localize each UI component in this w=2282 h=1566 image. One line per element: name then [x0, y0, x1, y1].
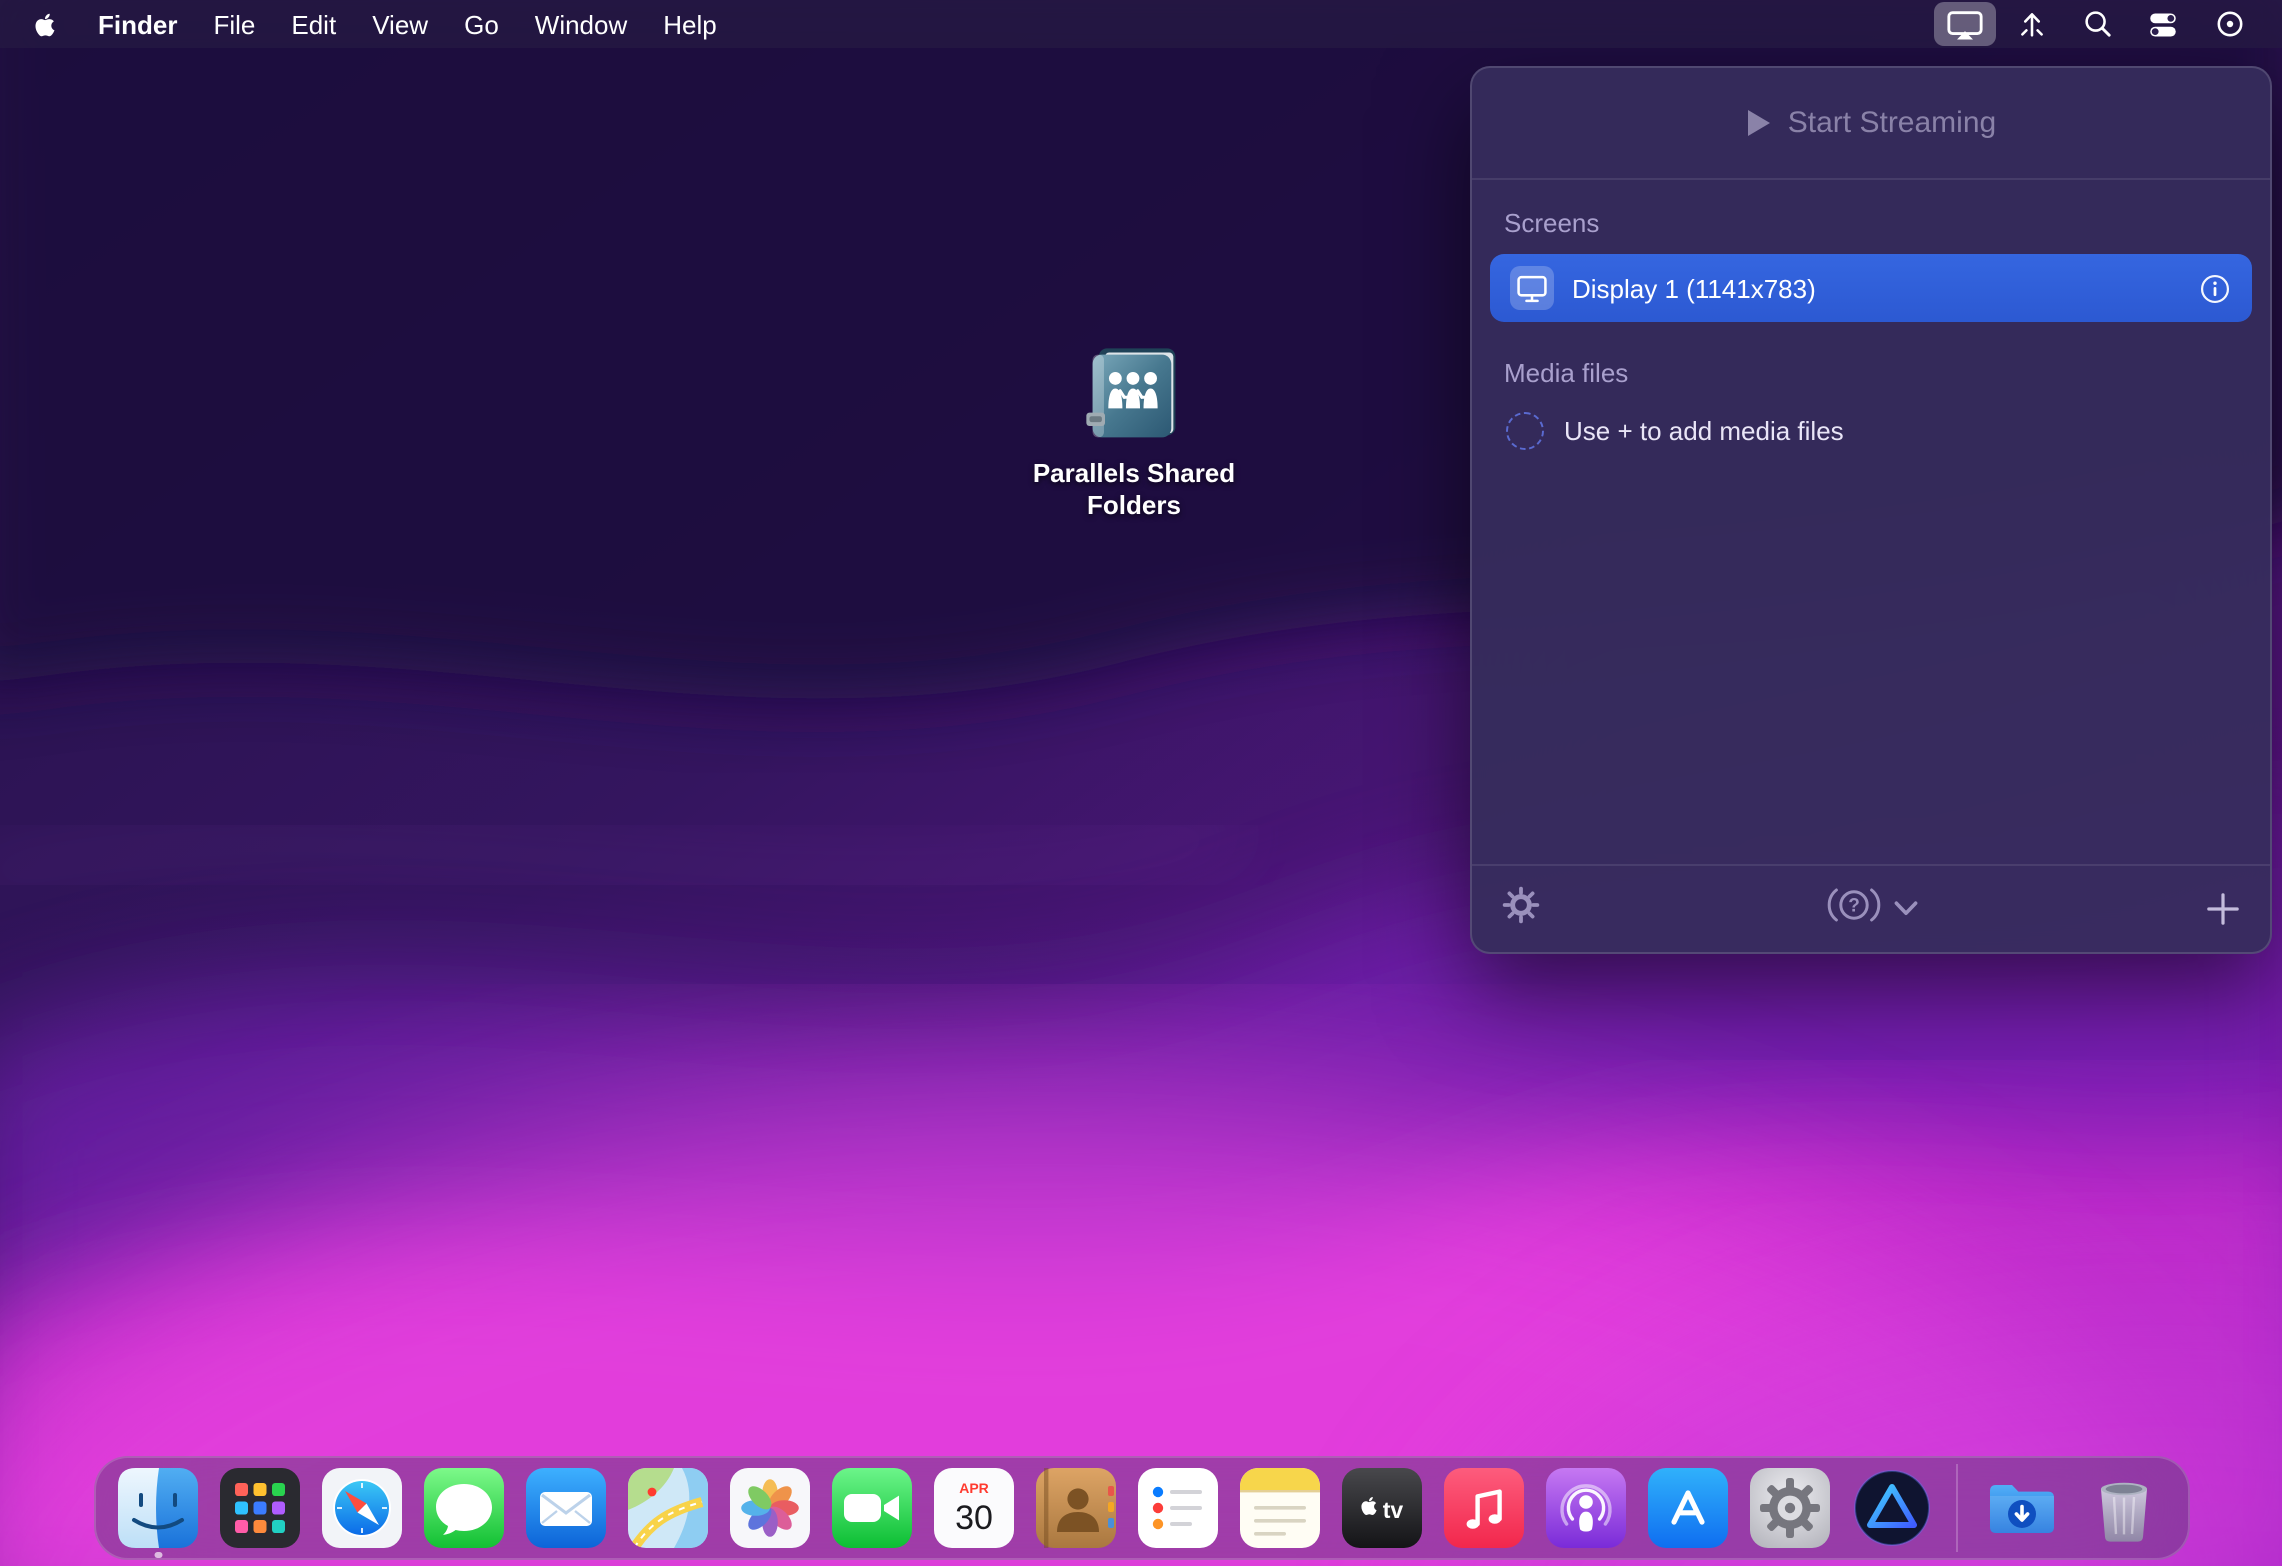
calendar-icon: APR 30: [934, 1468, 1014, 1548]
media-files-section-label: Media files: [1490, 358, 2252, 388]
system-preferences-icon: [1750, 1468, 1830, 1548]
streaming-popover: Start Streaming Screens Display 1 (1141x…: [1470, 66, 2272, 954]
podcasts-icon: [1546, 1468, 1626, 1548]
add-plus-icon[interactable]: [2206, 892, 2240, 926]
juststream-icon: [1852, 1468, 1932, 1548]
downloads-folder-icon: [1982, 1468, 2062, 1548]
parallels-shared-folders-desktop-icon[interactable]: Parallels Shared Folders: [1024, 344, 1244, 523]
facetime-icon: [832, 1468, 912, 1548]
media-hint-text: Use + to add media files: [1564, 416, 1844, 446]
messages-icon: [424, 1468, 504, 1548]
safari-icon: [322, 1468, 402, 1548]
dock-item-music[interactable]: [1433, 1456, 1535, 1560]
mail-icon: [526, 1468, 606, 1548]
photos-icon: [730, 1468, 810, 1548]
dock-item-appstore[interactable]: [1637, 1456, 1739, 1560]
desktop-icon-label: Parallels Shared Folders: [1024, 458, 1244, 523]
dock-item-messages[interactable]: [413, 1456, 515, 1560]
shared-folders-drive-icon: [1076, 344, 1192, 448]
start-streaming-label: Start Streaming: [1788, 106, 1996, 140]
menu-edit[interactable]: Edit: [273, 9, 354, 39]
menu-view[interactable]: View: [354, 9, 446, 39]
maps-icon: [628, 1468, 708, 1548]
apple-logo-icon: [29, 9, 59, 39]
dock-item-calendar[interactable]: APR 30: [923, 1456, 1025, 1560]
screen-mirroring-icon[interactable]: [1932, 0, 1998, 48]
dock: APR 30: [93, 1456, 2189, 1560]
dock-separator: [1943, 1456, 1971, 1560]
display-list-item[interactable]: Display 1 (1141x783): [1490, 254, 2252, 322]
dock-item-maps[interactable]: [617, 1456, 719, 1560]
macos-desktop: Finder File Edit View Go Window Help: [0, 0, 2282, 1566]
popover-footer: ?: [1472, 864, 2270, 952]
arrow-icon[interactable]: [1998, 0, 2064, 48]
svg-text:30: 30: [955, 1499, 993, 1537]
spotlight-search-icon[interactable]: [2064, 0, 2130, 48]
dock-item-safari[interactable]: [311, 1456, 413, 1560]
status-circle-icon[interactable]: [2196, 0, 2262, 48]
svg-text:tv: tv: [1383, 1497, 1404, 1523]
dock-item-mail[interactable]: [515, 1456, 617, 1560]
music-icon: [1444, 1468, 1524, 1548]
chevron-down-icon[interactable]: [1893, 891, 1917, 927]
dock-item-juststream[interactable]: [1841, 1456, 1943, 1560]
dock-item-contacts[interactable]: [1025, 1456, 1127, 1560]
menu-go[interactable]: Go: [446, 9, 517, 39]
popover-body: Screens Display 1 (1141x783): [1472, 180, 2270, 864]
dock-item-launchpad[interactable]: [209, 1456, 311, 1560]
menu-help[interactable]: Help: [645, 9, 735, 39]
menu-bar-status-items: [1932, 0, 2262, 48]
finder-icon: [118, 1468, 198, 1548]
trash-icon: [2084, 1468, 2164, 1548]
active-app-menu[interactable]: Finder: [80, 9, 195, 39]
info-icon[interactable]: [2198, 271, 2232, 305]
launchpad-icon: [220, 1468, 300, 1548]
control-center-icon[interactable]: [2130, 0, 2196, 48]
dock-item-photos[interactable]: [719, 1456, 821, 1560]
help-icon[interactable]: ?: [1825, 883, 1881, 935]
appstore-icon: [1648, 1468, 1728, 1548]
menu-bar: Finder File Edit View Go Window Help: [0, 0, 2282, 48]
dock-item-podcasts[interactable]: [1535, 1456, 1637, 1560]
dock-item-finder[interactable]: [107, 1456, 209, 1560]
play-icon: [1746, 108, 1772, 138]
menu-window[interactable]: Window: [517, 9, 646, 39]
apple-menu[interactable]: [20, 9, 68, 39]
svg-text:APR: APR: [959, 1480, 989, 1496]
dock-item-trash[interactable]: [2073, 1456, 2175, 1560]
notes-icon: [1240, 1468, 1320, 1548]
display-icon: [1510, 266, 1554, 310]
reminders-icon: [1138, 1468, 1218, 1548]
media-files-empty-hint: Use + to add media files: [1490, 412, 2252, 450]
appletv-icon: tv: [1342, 1468, 1422, 1548]
screens-section-label: Screens: [1490, 208, 2252, 238]
contacts-icon: [1036, 1468, 1116, 1548]
dock-item-reminders[interactable]: [1127, 1456, 1229, 1560]
menu-file[interactable]: File: [195, 9, 273, 39]
dock-item-system-preferences[interactable]: [1739, 1456, 1841, 1560]
svg-text:?: ?: [1847, 895, 1859, 916]
dock-item-appletv[interactable]: tv: [1331, 1456, 1433, 1560]
display-item-label: Display 1 (1141x783): [1572, 273, 2180, 303]
settings-gear-icon[interactable]: [1502, 885, 1540, 933]
dock-item-notes[interactable]: [1229, 1456, 1331, 1560]
dock-item-facetime[interactable]: [821, 1456, 923, 1560]
dock-item-downloads[interactable]: [1971, 1456, 2073, 1560]
add-media-placeholder-icon: [1506, 412, 1544, 450]
start-streaming-button[interactable]: Start Streaming: [1472, 68, 2270, 180]
